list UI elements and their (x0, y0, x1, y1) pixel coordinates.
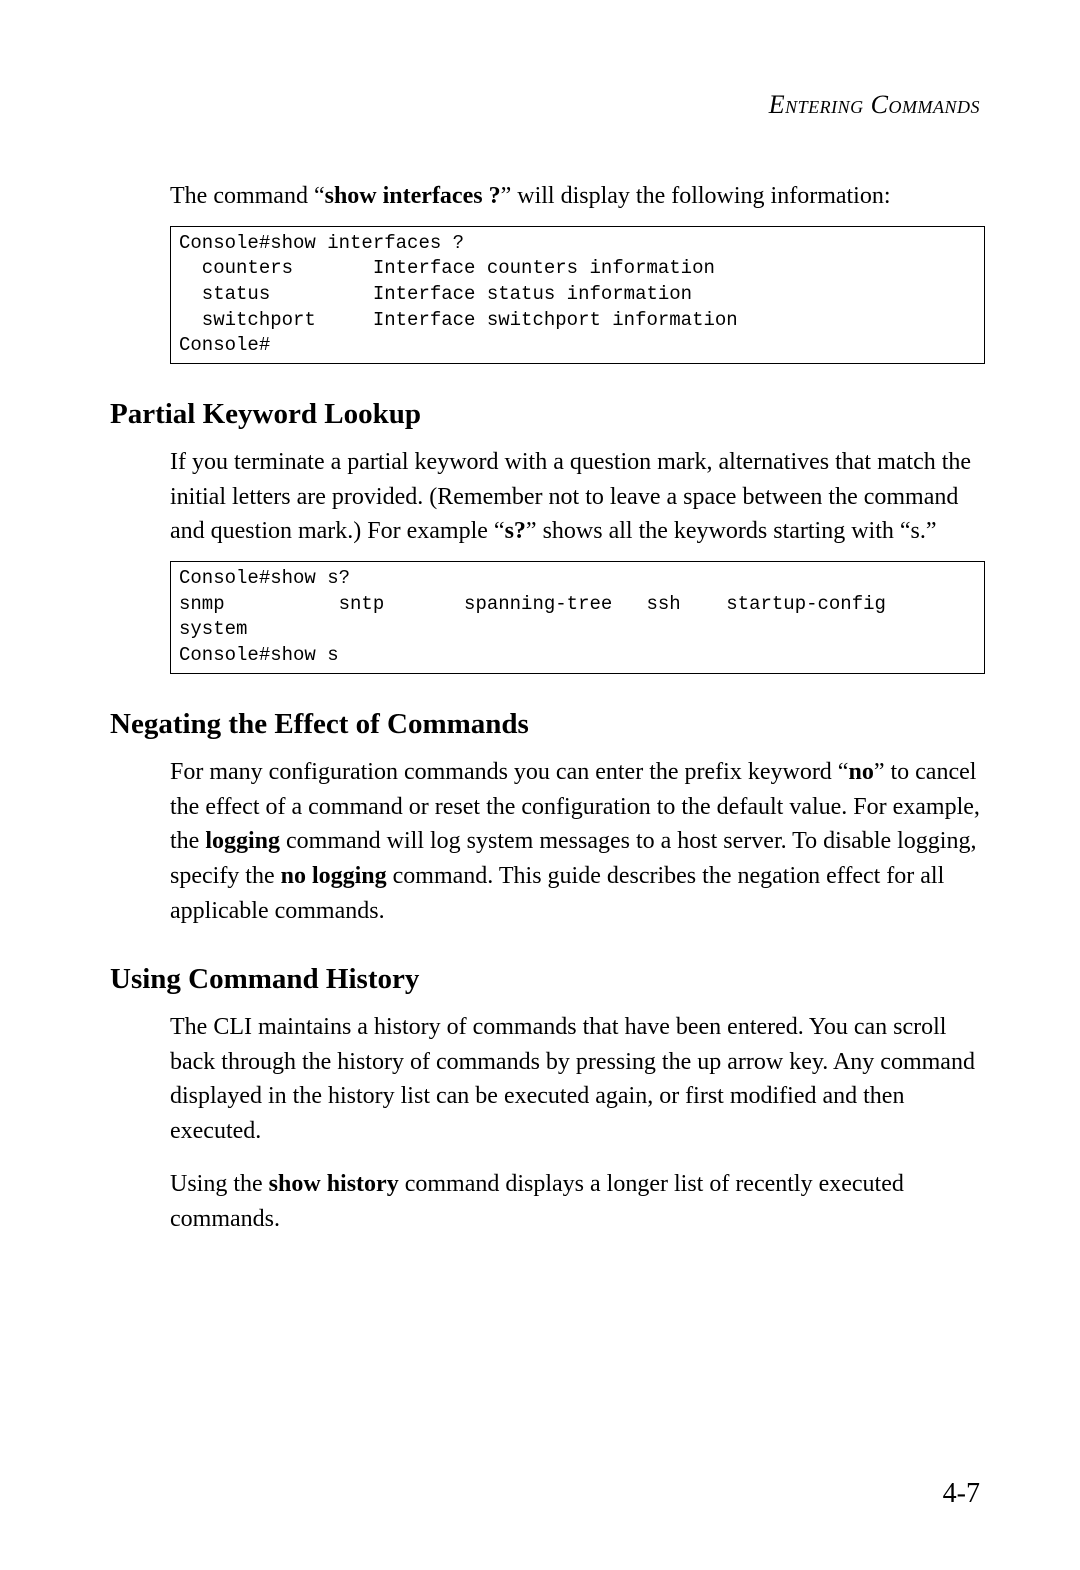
s2-bold-logging: logging (205, 828, 280, 854)
s3-text-a: Using the (170, 1171, 269, 1197)
history-paragraph-1: The CLI maintains a history of commands … (170, 1010, 985, 1149)
heading-history: Using Command History (110, 963, 985, 996)
s2-text-a: For many configuration commands you can … (170, 759, 848, 785)
heading-negating: Negating the Effect of Commands (110, 708, 985, 741)
intro-paragraph: The command “show interfaces ?” will dis… (170, 180, 985, 214)
s3-bold-showhistory: show history (269, 1171, 399, 1197)
code-block-show-s: Console#show s? snmp sntp spanning-tree … (170, 561, 985, 674)
negating-paragraph: For many configuration commands you can … (170, 755, 985, 929)
intro-bold-cmd: show interfaces ? (325, 183, 501, 209)
code-block-interfaces: Console#show interfaces ? counters Inter… (170, 226, 985, 364)
intro-text-a: The command “ (170, 183, 325, 209)
heading-partial-keyword: Partial Keyword Lookup (110, 398, 985, 431)
history-paragraph-2: Using the show history command displays … (170, 1167, 985, 1237)
page-header: Entering Commands (110, 90, 985, 120)
partial-keyword-paragraph: If you terminate a partial keyword with … (170, 445, 985, 549)
s1-text-c: ” shows all the keywords starting with “… (526, 518, 937, 544)
intro-text-c: ” will display the following information… (501, 183, 891, 209)
s2-bold-nologging: no logging (281, 863, 387, 889)
s1-bold-sq: s? (505, 518, 526, 544)
s2-bold-no: no (848, 759, 873, 785)
page-number: 4-7 (943, 1478, 980, 1510)
